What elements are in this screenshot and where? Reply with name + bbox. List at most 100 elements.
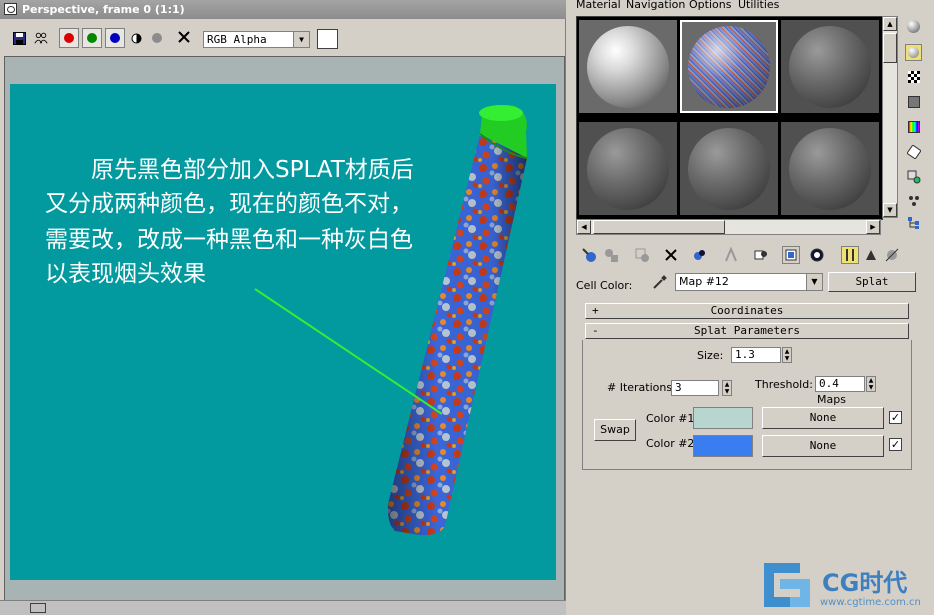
rollout-expand-icon: + [592,304,599,317]
map-name-value: Map #12 [679,275,729,288]
color1-map-button[interactable]: None [762,407,884,429]
chevron-down-icon: ▼ [806,274,822,290]
save-icon[interactable] [12,31,26,45]
menu-bar: Material Navigation Options Utilities [568,0,934,12]
threshold-label: Threshold: [755,378,813,391]
sample-type-icon[interactable] [905,18,922,35]
make-preview-icon[interactable] [905,143,922,160]
rollout-splat-parameters[interactable]: - Splat Parameters [585,323,909,339]
show-map-in-viewport-icon[interactable] [782,246,800,264]
caption-line: 又分成两种颜色，现在的颜色不对， [45,191,413,217]
color2-label: Color #2 [646,437,695,450]
material-effects-channel-icon[interactable] [752,246,770,264]
iterations-field[interactable]: 3 [671,380,719,396]
cgtime-url: www.cgtime.com.cn [820,597,921,608]
caption-line: 以表现烟头效果 [45,261,206,287]
sample-slot-1[interactable] [579,20,677,113]
scroll-left-icon[interactable]: ◀ [577,220,591,234]
alpha-channel-icon[interactable] [129,31,143,45]
show-end-result-icon[interactable] [808,246,826,264]
rollout-title: Coordinates [710,304,784,317]
menu-options[interactable]: Options [689,0,731,11]
slots-vertical-scrollbar[interactable]: ▲ ▼ [882,16,898,218]
scroll-right-icon[interactable]: ▶ [866,220,880,234]
menu-navigation[interactable]: Navigation [626,0,685,11]
clear-icon[interactable] [177,30,191,44]
red-channel-icon [64,33,74,43]
blue-channel-icon [110,33,120,43]
material-map-navigator-icon[interactable] [883,246,901,264]
green-channel-icon [87,33,97,43]
status-strip [0,600,566,615]
sample-slot-6[interactable] [781,122,879,215]
size-spinner[interactable]: ▲ ▼ [782,347,792,363]
backlight-icon[interactable] [905,44,922,61]
color1-map-checkbox[interactable]: ✓ [889,411,902,424]
rollout-collapse-icon: - [592,324,599,337]
go-forward-to-sibling-icon[interactable] [862,246,880,264]
menu-material[interactable]: Material [576,0,621,11]
monochrome-icon[interactable] [150,31,164,45]
cell-color-label: Cell Color: [576,279,633,292]
go-to-parent-icon[interactable] [841,246,859,264]
maps-label: Maps [817,393,846,406]
render-window-icon [4,3,17,15]
green-channel-button[interactable] [82,28,102,48]
cgtime-watermark: CG时代 www.cgtime.com.cn [760,557,934,614]
render-window: Perspective, frame 0 (1:1) RGB Alpha ▼ 原… [0,0,566,615]
menu-utilities[interactable]: Utilities [738,0,779,11]
map-type-button[interactable]: Splat [828,272,916,292]
map-name-select[interactable]: Map #12 ▼ [675,273,823,291]
size-label: Size: [697,349,724,362]
scroll-thumb[interactable] [593,220,725,234]
background-checker-icon[interactable] [905,68,922,85]
reset-map-icon[interactable] [662,246,680,264]
render-titlebar[interactable]: Perspective, frame 0 (1:1) [0,0,566,19]
color1-label: Color #1 [646,412,695,425]
cgtime-logo-text: CG时代 [822,569,908,597]
sample-slot-5[interactable] [680,122,778,215]
swap-button[interactable]: Swap [594,419,636,441]
sample-slot-4[interactable] [579,122,677,215]
scroll-down-icon[interactable]: ▼ [883,203,897,217]
rollout-coordinates[interactable]: + Coordinates [585,303,909,319]
channel-select[interactable]: RGB Alpha ▼ [203,31,310,48]
put-to-library-icon[interactable] [722,246,740,264]
caption-line: 需要改，改成一种黑色和一种灰白色 [45,227,413,253]
caption-line: 原先黑色部分加入SPLAT材质后 [45,157,414,183]
options-icon[interactable] [905,168,922,185]
video-color-check-icon[interactable] [905,118,922,135]
make-unique-icon[interactable] [691,246,709,264]
red-channel-button[interactable] [59,28,79,48]
color2-map-button[interactable]: None [762,435,884,457]
eyedropper-icon[interactable] [652,274,668,290]
clone-icon[interactable] [34,31,48,45]
cgtime-logo-icon [764,563,810,607]
render-toolbar: RGB Alpha ▼ [0,19,566,55]
sample-slot-2[interactable] [680,20,778,113]
size-field[interactable]: 1.3 [731,347,781,363]
material-toolbar [576,246,916,266]
sample-slot-3[interactable] [781,20,879,113]
rollout-title: Splat Parameters [694,324,800,337]
threshold-field[interactable]: 0.4 [815,376,865,392]
get-material-icon[interactable] [580,246,598,264]
select-by-material-icon[interactable] [905,192,922,209]
sample-slots [576,16,883,220]
color2-map-checkbox[interactable]: ✓ [889,438,902,451]
slots-horizontal-scrollbar[interactable]: ◀ ▶ [576,219,881,235]
color2-swatch[interactable] [693,435,753,457]
scroll-up-icon[interactable]: ▲ [883,17,897,31]
render-viewport: 原先黑色部分加入SPLAT材质后 又分成两种颜色，现在的颜色不对， 需要改，改成… [10,84,556,580]
put-to-scene-icon[interactable] [602,246,620,264]
color1-swatch[interactable] [693,407,753,429]
sample-uv-tiling-icon[interactable] [905,93,922,110]
iterations-spinner[interactable]: ▲ ▼ [722,380,732,396]
blue-channel-button[interactable] [105,28,125,48]
scroll-thumb[interactable] [883,33,897,63]
material-navigator-icon[interactable] [905,214,922,231]
background-color-swatch[interactable] [317,29,338,49]
cell-color-row: Cell Color: Map #12 ▼ Splat [568,270,934,294]
assign-to-selection-icon[interactable] [633,246,651,264]
threshold-spinner[interactable]: ▲ ▼ [866,376,876,392]
